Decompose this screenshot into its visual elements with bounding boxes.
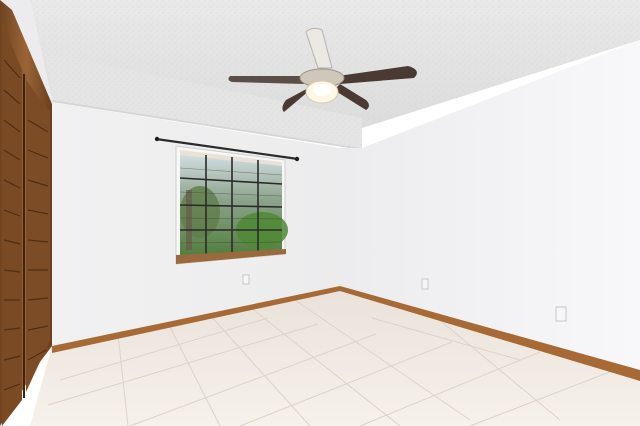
outlet bbox=[421, 278, 429, 290]
window-with-blinds bbox=[175, 145, 288, 265]
outlet bbox=[242, 274, 250, 285]
outlet bbox=[555, 306, 567, 322]
room-scene bbox=[0, 0, 640, 426]
